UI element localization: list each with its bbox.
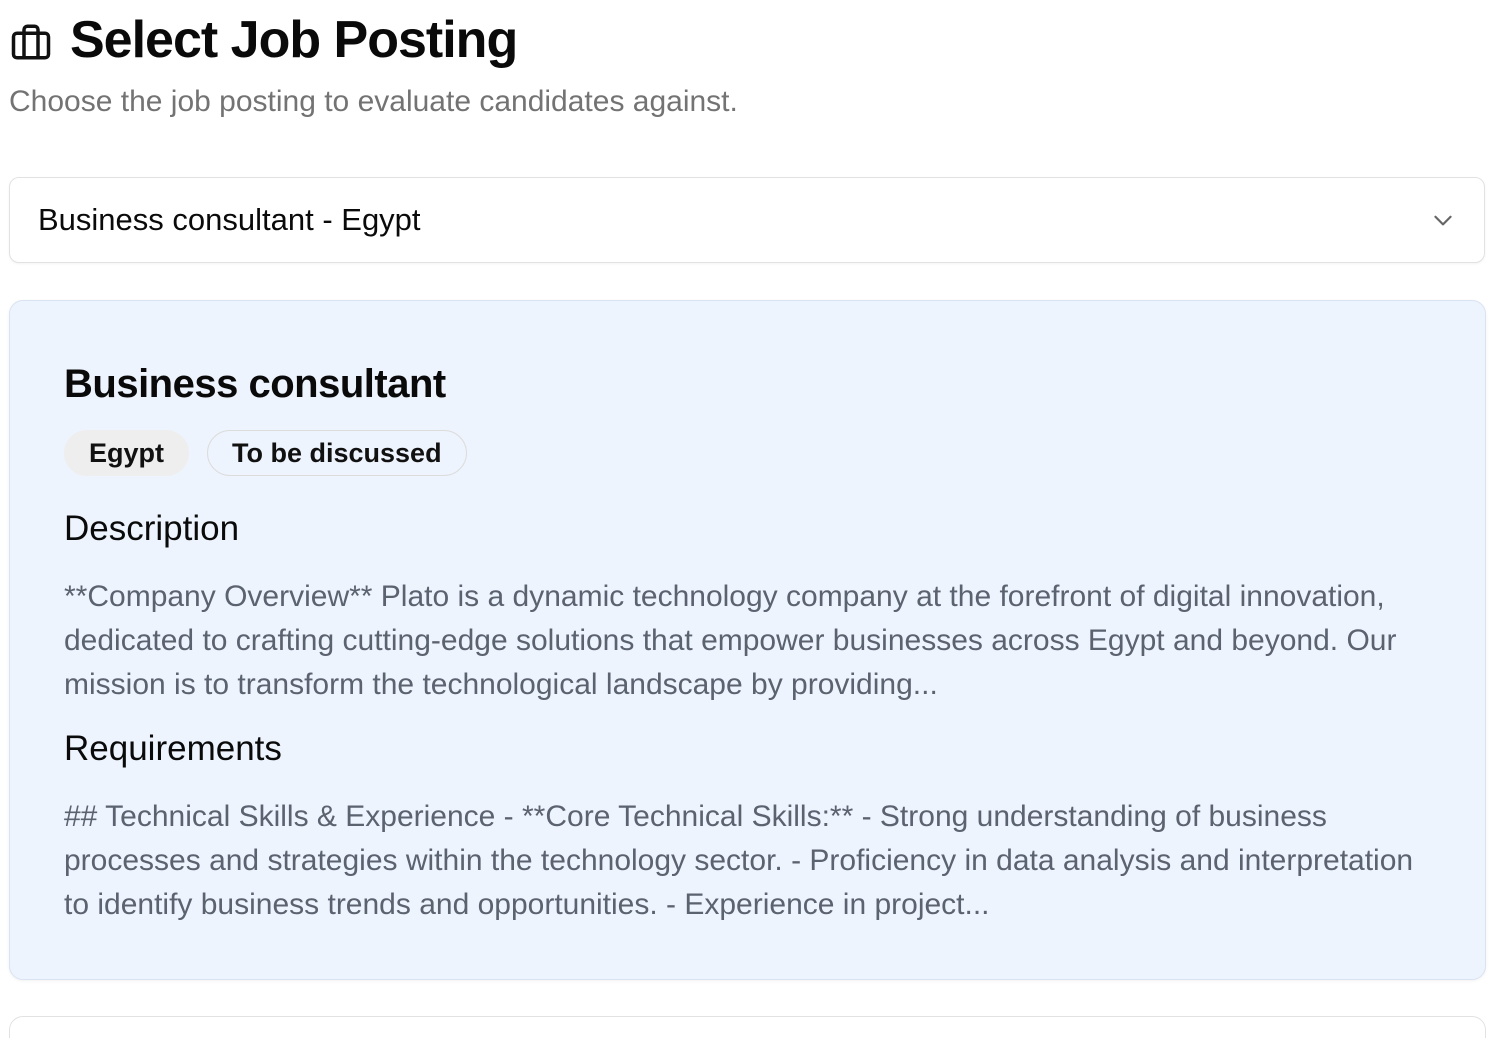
requirements-heading: Requirements — [64, 729, 282, 768]
briefcase-icon — [11, 24, 51, 60]
job-posting-select[interactable]: Business consultant - Egypt — [9, 177, 1485, 263]
job-title: Business consultant — [64, 362, 446, 406]
job-posting-page: Select Job Posting Choose the job postin… — [0, 0, 1503, 1038]
job-badges: Egypt To be discussed — [64, 430, 467, 476]
job-details-card: Business consultant Egypt To be discusse… — [9, 300, 1486, 980]
page-title: Select Job Posting — [70, 11, 518, 69]
requirements-text: ## Technical Skills & Experience - **Cor… — [64, 800, 1414, 921]
next-section-card — [9, 1016, 1486, 1038]
chevron-down-icon — [1434, 215, 1452, 226]
selected-job-posting: Business consultant - Egypt — [38, 202, 421, 237]
description-text: **Company Overview** Plato is a dynamic … — [64, 580, 1397, 701]
page-subtitle: Choose the job posting to evaluate candi… — [9, 85, 738, 118]
salary-badge: To be discussed — [207, 430, 467, 476]
location-badge: Egypt — [64, 430, 190, 476]
page-header: Select Job Posting — [10, 8, 518, 72]
description-heading: Description — [64, 509, 240, 548]
